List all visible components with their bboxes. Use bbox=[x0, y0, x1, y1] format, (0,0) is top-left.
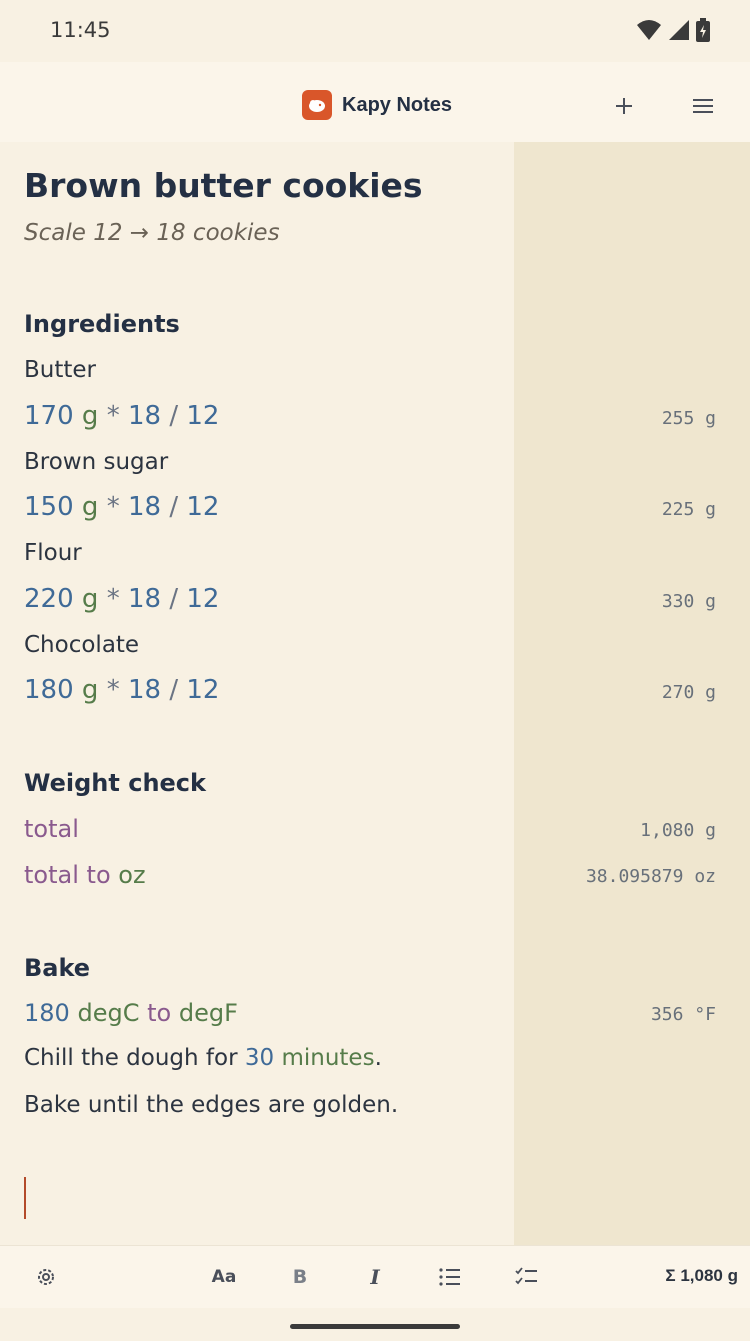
ingredient-expression: 170 g * 18 / 12 bbox=[24, 401, 220, 431]
app-title: Kapy Notes bbox=[342, 93, 453, 116]
text-cursor bbox=[24, 1177, 26, 1219]
bullet-list-icon bbox=[439, 1268, 460, 1286]
total-to-oz-line: total to oz bbox=[24, 861, 146, 889]
bake-instruction-line: Bake until the edges are golden. bbox=[24, 1092, 399, 1118]
app-logo-icon bbox=[302, 90, 332, 120]
ingredient-result: 255 g bbox=[661, 408, 716, 429]
ingredient-name: Brown sugar bbox=[24, 449, 169, 475]
ingredient-name: Flour bbox=[24, 540, 82, 566]
app-header: Kapy Notes bbox=[0, 62, 750, 143]
settings-button[interactable] bbox=[26, 1258, 66, 1296]
note-title: Brown butter cookies bbox=[24, 166, 423, 205]
weight-check-heading: Weight check bbox=[24, 769, 206, 797]
total-line: total bbox=[24, 815, 79, 843]
checklist-button[interactable] bbox=[507, 1258, 547, 1296]
temperature-conversion-line: 180 degC to degF bbox=[24, 999, 238, 1027]
total-result: 1,080 g bbox=[640, 820, 716, 841]
home-indicator[interactable] bbox=[290, 1324, 460, 1329]
chill-line: Chill the dough for 30 minutes. bbox=[24, 1045, 382, 1071]
ingredient-result: 270 g bbox=[661, 682, 716, 703]
menu-button[interactable] bbox=[683, 86, 723, 126]
sum-total: Σ 1,080 g bbox=[665, 1266, 738, 1285]
ingredient-result: 225 g bbox=[661, 499, 716, 520]
status-icons bbox=[636, 18, 710, 42]
new-note-button[interactable] bbox=[604, 86, 644, 126]
checklist-icon bbox=[515, 1267, 537, 1285]
cell-signal-icon bbox=[669, 20, 689, 40]
bake-heading: Bake bbox=[24, 954, 91, 982]
total-oz-result: 38.095879 oz bbox=[585, 866, 716, 887]
ingredient-name: Chocolate bbox=[24, 632, 140, 658]
ingredient-expression: 150 g * 18 / 12 bbox=[24, 492, 220, 522]
status-bar: 11:45 bbox=[0, 0, 750, 60]
status-time: 11:45 bbox=[50, 18, 111, 42]
plus-icon bbox=[616, 98, 632, 114]
temperature-result: 356 °F bbox=[650, 1004, 716, 1025]
italic-button[interactable]: I bbox=[355, 1258, 395, 1296]
ingredient-result: 330 g bbox=[661, 591, 716, 612]
ingredients-heading: Ingredients bbox=[24, 310, 180, 338]
bullet-list-button[interactable] bbox=[430, 1258, 470, 1296]
font-style-button[interactable]: Aa bbox=[204, 1258, 244, 1296]
bold-button[interactable]: B bbox=[280, 1258, 320, 1296]
brand: Kapy Notes bbox=[302, 90, 452, 120]
gear-icon bbox=[38, 1269, 54, 1285]
battery-icon bbox=[696, 18, 710, 42]
ingredient-expression: 220 g * 18 / 12 bbox=[24, 584, 220, 614]
ingredient-name: Butter bbox=[24, 357, 96, 383]
ingredient-expression: 180 g * 18 / 12 bbox=[24, 675, 220, 705]
hamburger-menu-icon bbox=[693, 99, 713, 113]
formatting-toolbar: Aa B I Σ 1,080 g bbox=[0, 1245, 750, 1308]
wifi-icon bbox=[637, 20, 661, 40]
note-subtitle: Scale 12 → 18 cookies bbox=[24, 220, 280, 246]
